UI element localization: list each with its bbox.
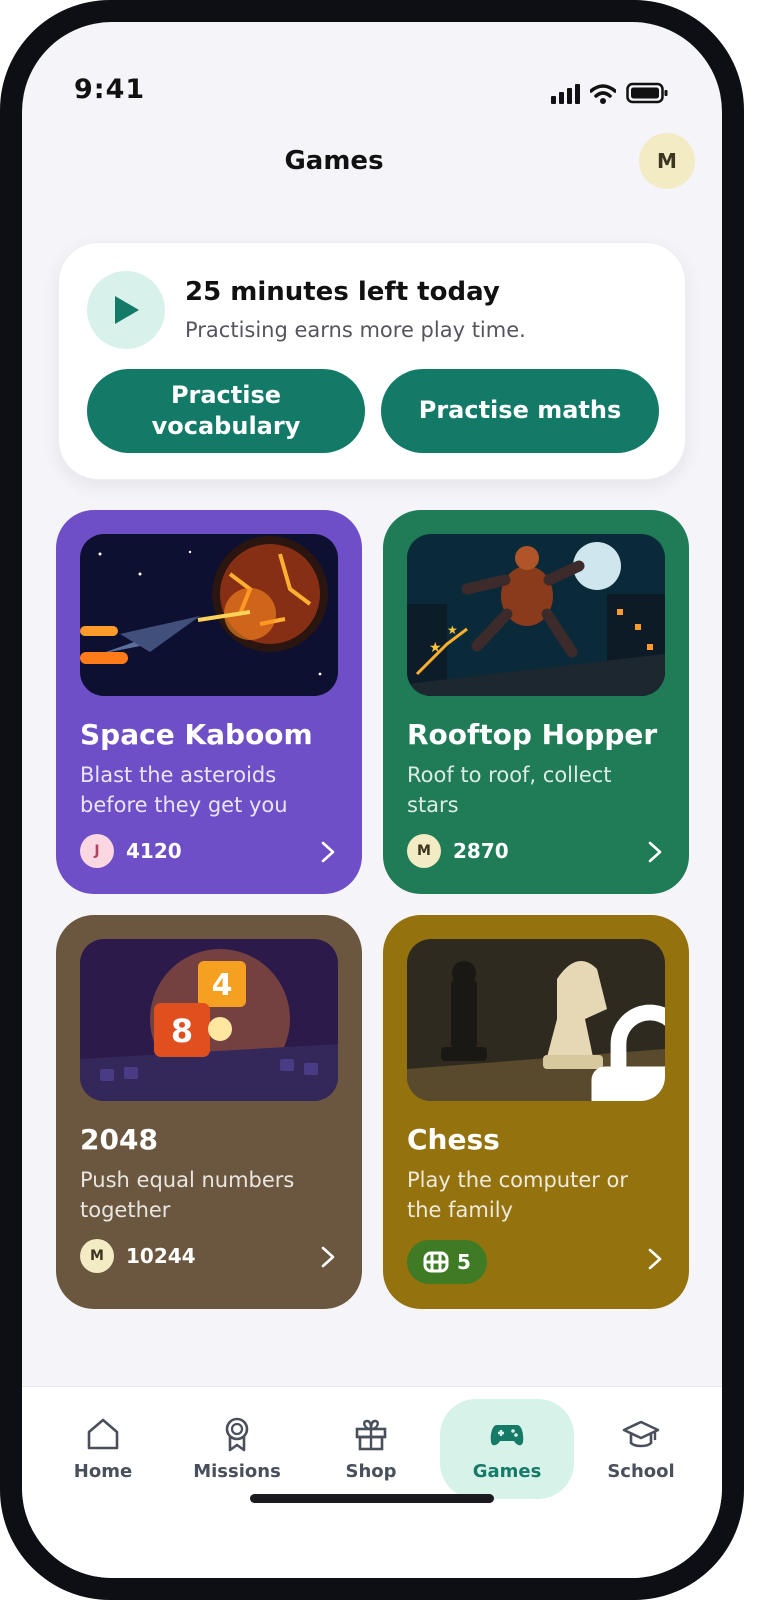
playtime-card: 25 minutes left today Practising earns m… (58, 242, 686, 480)
nav-item-games[interactable]: Games (440, 1399, 574, 1499)
game-card-rooftop-hopper[interactable]: ★ ★ Rooftop Hopper Roof to roof, collect … (383, 510, 689, 894)
phone-frame: 9:41 Games M 25 minutes left today Pract… (0, 0, 744, 1600)
high-score: M 10244 (80, 1239, 196, 1273)
signal-icon (551, 84, 580, 104)
coin-icon (423, 1251, 449, 1273)
chevron-right-icon (648, 1248, 662, 1270)
svg-text:★: ★ (447, 623, 458, 637)
player-avatar: M (80, 1239, 114, 1273)
game-description: Roof to roof, collect stars (407, 763, 612, 817)
home-indicator[interactable] (250, 1494, 494, 1503)
lock-icon (591, 1004, 665, 1101)
nav-label: Missions (193, 1461, 281, 1482)
game-card-chess[interactable]: Chess Play the computer or the family 5 (383, 915, 689, 1309)
graduation-cap-icon (622, 1420, 660, 1448)
game-description: Play the computer or the family (407, 1168, 629, 1222)
chevron-right-icon (648, 841, 662, 863)
app-screen: 9:41 Games M 25 minutes left today Pract… (22, 22, 722, 1578)
gift-icon (355, 1419, 387, 1451)
game-title: Rooftop Hopper (407, 718, 658, 751)
unlock-cost-value: 5 (457, 1250, 471, 1274)
player-avatar: J (80, 834, 114, 868)
battery-icon (626, 82, 668, 104)
page-title: Games (284, 146, 384, 176)
high-score: J 4120 (80, 834, 182, 868)
game-title: 2048 (80, 1123, 158, 1156)
playtime-title: 25 minutes left today (185, 277, 500, 307)
nav-item-school[interactable]: School (574, 1399, 708, 1499)
profile-avatar[interactable]: M (639, 133, 695, 189)
score-value: 4120 (126, 839, 182, 863)
svg-text:★: ★ (429, 640, 442, 656)
game-thumbnail-chess (407, 939, 665, 1101)
player-avatar: M (407, 834, 441, 868)
game-description: Push equal numbers together (80, 1168, 295, 1222)
game-description: Blast the asteroids before they get you (80, 763, 288, 817)
svg-text:4: 4 (212, 968, 233, 1003)
status-icons (551, 82, 668, 104)
game-thumbnail-rooftop-hopper: ★ ★ (407, 534, 665, 696)
play-icon (87, 271, 165, 349)
nav-item-home[interactable]: Home (36, 1399, 170, 1499)
bottom-nav: Home Missions Shop Games School (22, 1386, 722, 1578)
nav-label: Shop (345, 1461, 397, 1482)
nav-label: School (607, 1461, 675, 1482)
game-thumbnail-2048: 4 8 (80, 939, 338, 1101)
playtime-subtitle: Practising earns more play time. (185, 318, 526, 342)
game-title: Chess (407, 1123, 500, 1156)
svg-text:8: 8 (171, 1012, 193, 1050)
score-value: 10244 (126, 1244, 196, 1268)
game-thumbnail-space-kaboom (80, 534, 338, 696)
game-card-space-kaboom[interactable]: Space Kaboom Blast the asteroids before … (56, 510, 362, 894)
wifi-icon (590, 84, 616, 104)
nav-item-shop[interactable]: Shop (304, 1399, 438, 1499)
home-icon (87, 1418, 119, 1450)
high-score: M 2870 (407, 834, 509, 868)
nav-item-missions[interactable]: Missions (170, 1399, 304, 1499)
game-title: Space Kaboom (80, 718, 313, 751)
practise-vocabulary-button[interactable]: Practise vocabulary (87, 369, 365, 453)
practise-maths-button[interactable]: Practise maths (381, 369, 659, 453)
chevron-right-icon (321, 1246, 335, 1268)
nav-label: Games (472, 1461, 542, 1482)
nav-label: Home (73, 1461, 133, 1482)
award-icon (225, 1417, 249, 1452)
unlock-cost-badge: 5 (407, 1240, 487, 1284)
score-value: 2870 (453, 839, 509, 863)
game-card-2048[interactable]: 4 8 2048 Push equal numbers together M 1… (56, 915, 362, 1309)
chevron-right-icon (321, 841, 335, 863)
status-time: 9:41 (74, 74, 146, 105)
gamepad-icon (490, 1425, 524, 1446)
